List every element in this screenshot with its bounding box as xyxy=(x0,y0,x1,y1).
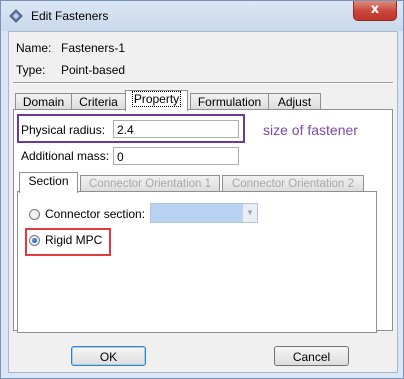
title-bar[interactable]: Edit Fasteners x xyxy=(1,1,403,31)
tab-domain-label: Domain xyxy=(22,95,65,109)
tab-criteria[interactable]: Criteria xyxy=(71,93,126,110)
separator xyxy=(13,82,393,84)
tab-domain[interactable]: Domain xyxy=(15,93,72,110)
tab-property-label: Property xyxy=(131,91,182,107)
tab-connector-orientation-2-label: Connector Orientation 2 xyxy=(231,178,355,190)
tab-connector-orientation-1[interactable]: Connector Orientation 1 xyxy=(80,175,220,192)
cancel-button[interactable]: Cancel xyxy=(274,346,349,366)
tab-connector-orientation-1-label: Connector Orientation 1 xyxy=(88,178,212,190)
size-annotation: size of fastener xyxy=(263,122,358,138)
cancel-label: Cancel xyxy=(292,350,331,364)
tab-section[interactable]: Section xyxy=(19,172,78,193)
additional-mass-label: Additional mass: xyxy=(21,149,110,163)
tab-adjust-label: Adjust xyxy=(277,95,312,109)
name-row: Name: Fasteners-1 xyxy=(16,41,125,55)
app-icon xyxy=(9,9,23,26)
rigid-mpc-highlight xyxy=(25,228,111,256)
connector-section-radio[interactable] xyxy=(29,209,40,220)
name-label: Name: xyxy=(16,41,52,55)
physical-radius-highlight xyxy=(17,114,245,143)
close-icon: x xyxy=(370,2,380,17)
edit-fasteners-dialog: Edit Fasteners x Name: Fasteners-1 Type:… xyxy=(0,0,404,379)
type-row: Type: Point-based xyxy=(16,63,125,77)
close-button[interactable]: x xyxy=(353,1,397,21)
tab-property[interactable]: Property xyxy=(125,90,188,111)
tab-formulation-label: Formulation xyxy=(197,95,262,109)
ok-button[interactable]: OK xyxy=(71,346,146,366)
chevron-down-icon[interactable]: ▼ xyxy=(242,204,257,222)
type-value: Point-based xyxy=(61,63,126,77)
ok-label: OK xyxy=(99,350,118,364)
connector-section-select[interactable]: ▼ xyxy=(150,203,258,223)
tab-connector-orientation-2[interactable]: Connector Orientation 2 xyxy=(222,175,364,192)
tab-criteria-label: Criteria xyxy=(79,95,118,109)
tab-adjust[interactable]: Adjust xyxy=(268,93,321,110)
name-value: Fasteners-1 xyxy=(61,41,126,55)
tab-formulation[interactable]: Formulation xyxy=(190,93,269,110)
additional-mass-input[interactable]: 0 xyxy=(113,147,239,165)
tab-section-label: Section xyxy=(28,174,69,188)
window-title: Edit Fasteners xyxy=(31,9,109,23)
type-label: Type: xyxy=(16,63,46,77)
dialog-body: Name: Fasteners-1 Type: Point-based Doma… xyxy=(8,31,398,373)
connector-section-label: Connector section: xyxy=(45,207,146,221)
